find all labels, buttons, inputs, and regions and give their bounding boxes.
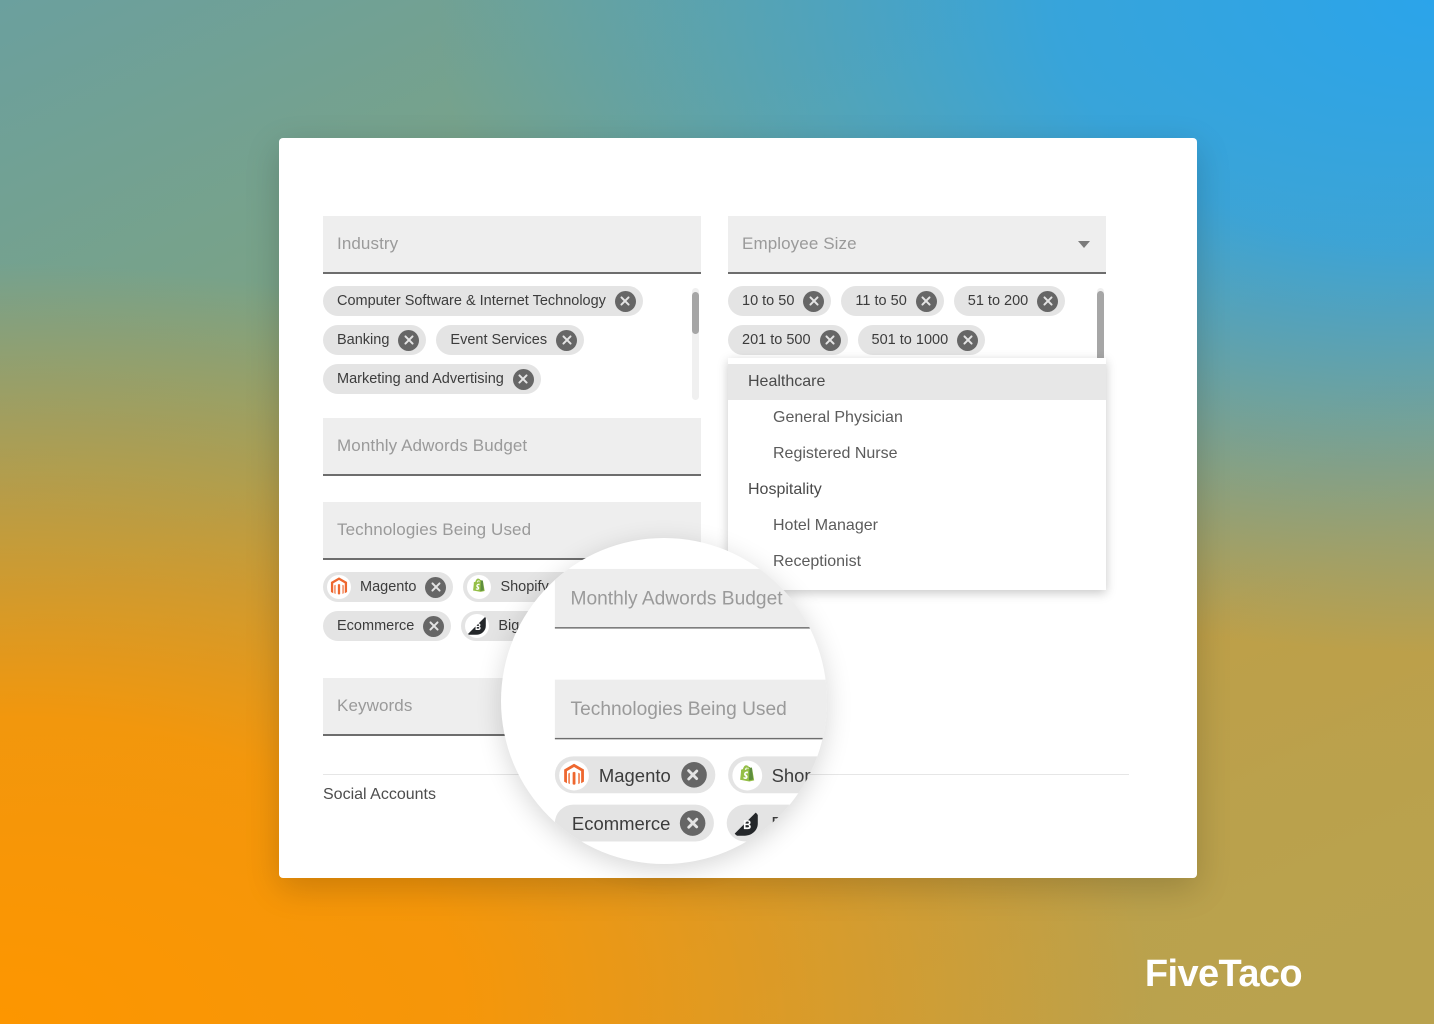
chip[interactable]: Computer Software & Internet Technology	[323, 286, 643, 316]
shopify-icon	[731, 759, 762, 790]
close-icon[interactable]	[556, 329, 578, 351]
dropdown-option-registered-nurse[interactable]: Registered Nurse	[728, 436, 1106, 472]
chip-label: 51 to 200	[967, 293, 1029, 309]
dropdown-group-healthcare[interactable]: Healthcare	[728, 364, 1106, 400]
chip-label: Marketing and Advertising	[337, 371, 504, 387]
monthly-adwords-budget-placeholder: Monthly Adwords Budget	[337, 436, 528, 455]
dropdown-option-label: Registered Nurse	[773, 445, 898, 462]
close-icon[interactable]	[803, 290, 825, 312]
chip[interactable]: Ecommerce	[323, 611, 452, 641]
industry-chips: Computer Software & Internet Technology …	[323, 286, 701, 394]
close-icon[interactable]	[819, 329, 841, 351]
chip-label: Ecommerce	[571, 812, 671, 834]
chip[interactable]: Event Services	[436, 325, 585, 355]
chip-label: Magento	[360, 579, 417, 595]
magnified-monthly-adwords-budget-field[interactable]: Monthly Adwords Budget	[554, 568, 827, 629]
chip-label: Computer Software & Internet Technology	[337, 293, 606, 309]
chip-label: Event Services	[450, 332, 548, 348]
close-icon[interactable]	[512, 368, 534, 390]
fivetaco-logo: FiveTaco	[1144, 953, 1303, 995]
chip-label: Shopify	[771, 764, 827, 786]
chip[interactable]: 501 to 1000	[857, 325, 986, 355]
close-icon[interactable]	[425, 576, 447, 598]
chip[interactable]: Marketing and Advertising	[323, 364, 541, 394]
magento-icon	[327, 575, 351, 599]
close-icon[interactable]	[614, 290, 636, 312]
industry-field[interactable]: Industry	[323, 216, 701, 274]
magento-icon	[559, 759, 589, 790]
industry-placeholder: Industry	[337, 234, 399, 253]
social-accounts-label: Social Accounts	[323, 786, 436, 803]
chip-label: Banking	[337, 332, 390, 348]
employee-size-placeholder: Employee Size	[742, 234, 857, 253]
dropdown-option-label: Healthcare	[748, 373, 826, 390]
magnifier-content: Monthly Adwords Budget Technologies Bein…	[535, 538, 827, 864]
chip-label: 201 to 500	[742, 332, 811, 348]
chip-label: 501 to 1000	[871, 332, 949, 348]
close-icon[interactable]	[398, 329, 420, 351]
close-icon[interactable]	[423, 615, 445, 637]
magnifier-lens: Monthly Adwords Budget Technologies Bein…	[501, 538, 827, 864]
chip[interactable]: 11 to 50	[841, 286, 944, 316]
dropdown-option-label: Hotel Manager	[773, 517, 878, 534]
chevron-down-icon[interactable]	[1078, 241, 1090, 248]
employee-size-field[interactable]: Employee Size	[728, 216, 1106, 274]
magnified-tech-placeholder: Technologies Being Used	[570, 698, 787, 720]
chip[interactable]: Shopify	[727, 756, 827, 794]
magnified-budget-placeholder: Monthly Adwords Budget	[570, 587, 783, 609]
chip[interactable]: 10 to 50	[728, 286, 832, 316]
close-icon[interactable]	[680, 810, 706, 836]
chip-label: 10 to 50	[742, 293, 795, 309]
chip[interactable]: Magento	[554, 756, 715, 794]
shopify-icon	[467, 575, 492, 599]
monthly-adwords-budget-field[interactable]: Monthly Adwords Budget	[323, 418, 701, 476]
keywords-placeholder: Keywords	[337, 696, 413, 715]
dropdown-option-label: Hospitality	[748, 481, 822, 498]
chip[interactable]: Magento	[323, 572, 454, 602]
chip-label: Ecommerce	[337, 618, 415, 634]
industry-scrollbar[interactable]	[692, 288, 699, 400]
technologies-placeholder: Technologies Being Used	[337, 520, 532, 539]
magnified-chips: Magento Shopify Ecommerce Big Co	[554, 756, 827, 842]
chip[interactable]: 201 to 500	[728, 325, 848, 355]
chip[interactable]: 51 to 200	[953, 286, 1066, 316]
close-icon[interactable]	[915, 290, 937, 312]
chip[interactable]: Banking	[323, 325, 427, 355]
chip-label: 11 to 50	[855, 293, 907, 309]
chip-label: Magento	[598, 764, 671, 786]
magnified-technologies-field[interactable]: Technologies Being Used	[554, 679, 827, 740]
bigcommerce-icon	[731, 808, 761, 838]
bigcommerce-icon	[465, 614, 490, 638]
filter-panel-card: Industry Computer Software & Internet Te…	[279, 138, 1197, 878]
chip[interactable]: Ecommerce	[554, 804, 715, 842]
scrollbar-thumb[interactable]	[1097, 291, 1104, 363]
close-icon[interactable]	[957, 329, 979, 351]
dropdown-option-label: General Physician	[773, 409, 903, 426]
close-icon[interactable]	[680, 762, 707, 788]
scrollbar-thumb[interactable]	[692, 292, 699, 334]
close-icon[interactable]	[1037, 290, 1059, 312]
dropdown-group-hospitality[interactable]: Hospitality	[728, 472, 1106, 508]
chip[interactable]: Big Com	[727, 804, 827, 842]
industry-chip-list: Computer Software & Internet Technology …	[323, 286, 701, 404]
chip-label: Big Com	[771, 812, 827, 834]
dropdown-option-general-physician[interactable]: General Physician	[728, 400, 1106, 436]
